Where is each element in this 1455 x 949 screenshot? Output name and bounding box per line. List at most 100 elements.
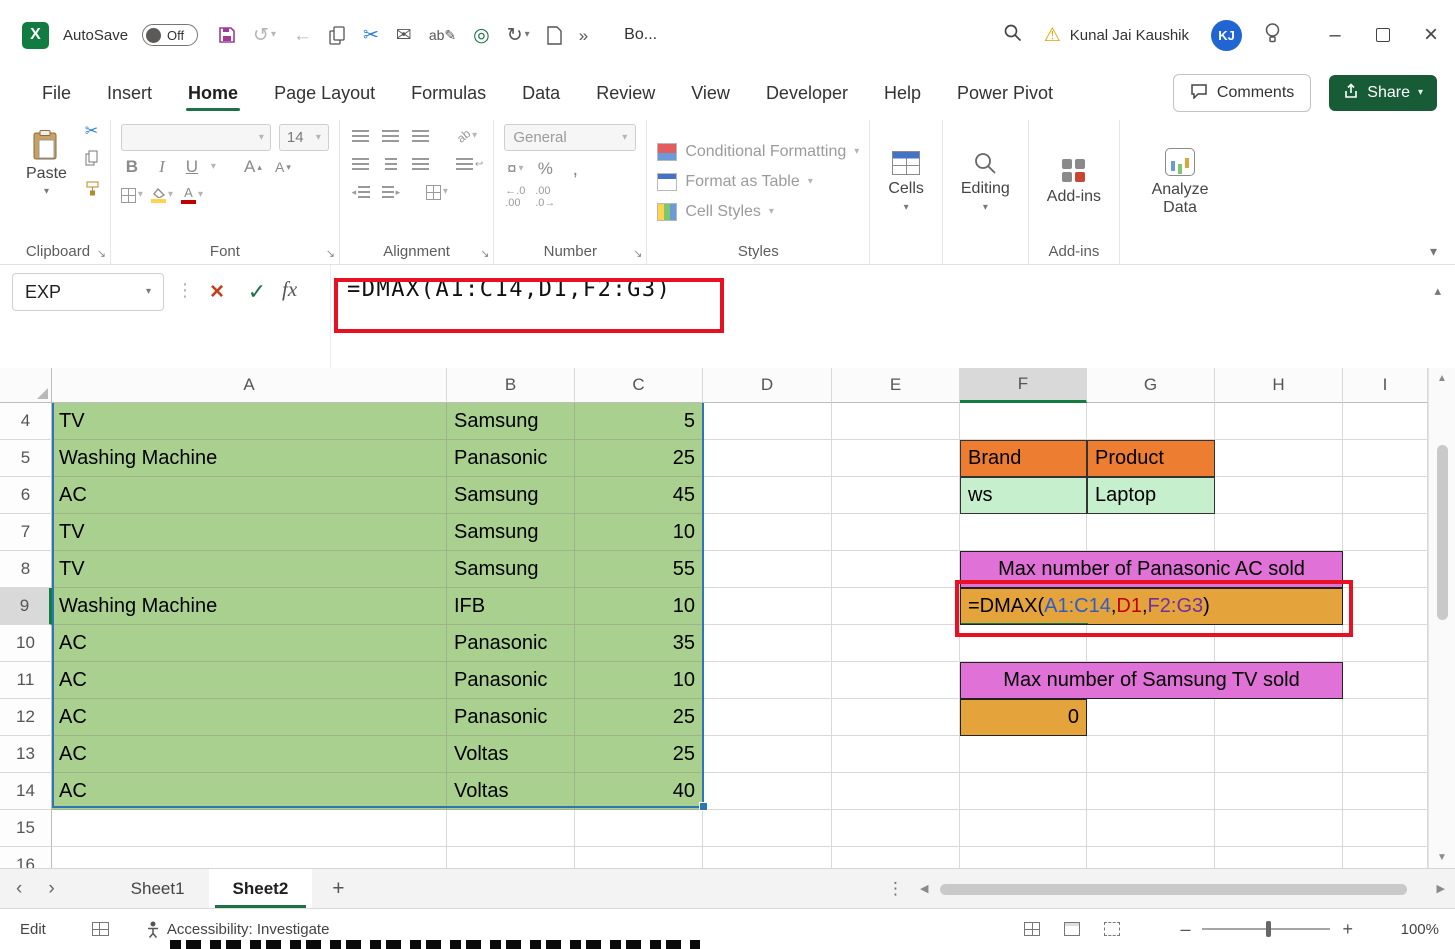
tab-formulas[interactable]: Formulas: [395, 75, 502, 112]
cell-a4[interactable]: TV: [52, 403, 447, 440]
cell-c12[interactable]: 25: [575, 699, 703, 736]
comments-button[interactable]: Comments: [1173, 74, 1311, 112]
cell-a6[interactable]: AC: [52, 477, 447, 514]
cell-i15[interactable]: [1343, 810, 1428, 847]
minimize-button[interactable]: –: [1311, 0, 1359, 70]
row-header-4[interactable]: 4: [0, 403, 52, 440]
cell-c7[interactable]: 10: [575, 514, 703, 551]
horizontal-scrollbar[interactable]: ◀ ▶: [920, 882, 1445, 896]
cell-f6[interactable]: ws: [960, 477, 1087, 514]
cell-f16[interactable]: [960, 847, 1087, 868]
cell-i14[interactable]: [1343, 773, 1428, 810]
cell-e15[interactable]: [832, 810, 960, 847]
row-header-9[interactable]: 9: [0, 588, 52, 625]
cell-i10[interactable]: [1343, 625, 1428, 662]
analyze-data-button[interactable]: Analyze Data: [1130, 146, 1230, 219]
cell-a7[interactable]: TV: [52, 514, 447, 551]
cell-h5[interactable]: [1215, 440, 1343, 477]
cell-b14[interactable]: Voltas: [447, 773, 575, 810]
column-header-i[interactable]: I: [1343, 368, 1428, 403]
maximize-button[interactable]: [1359, 0, 1407, 70]
cell-d10[interactable]: [703, 625, 832, 662]
select-all-corner[interactable]: [0, 368, 52, 403]
row-header-15[interactable]: 15: [0, 810, 52, 847]
cell-b15[interactable]: [447, 810, 575, 847]
document-icon[interactable]: [547, 26, 562, 45]
redo-icon[interactable]: ↻▾: [507, 26, 530, 45]
scroll-left-arrow[interactable]: ◀: [920, 882, 928, 895]
cell-a13[interactable]: AC: [52, 736, 447, 773]
cell-e8[interactable]: [832, 551, 960, 588]
tab-power-pivot[interactable]: Power Pivot: [941, 75, 1069, 112]
italic-button[interactable]: I: [151, 155, 173, 179]
styles-item-conditional-formatting[interactable]: Conditional Formatting▾: [657, 137, 859, 167]
zoom-level[interactable]: 100%: [1391, 921, 1439, 938]
enter-button[interactable]: ✓: [240, 275, 274, 309]
row-header-14[interactable]: 14: [0, 773, 52, 810]
merged-cell-f11[interactable]: Max number of Samsung TV sold: [960, 662, 1343, 699]
cell-a14[interactable]: AC: [52, 773, 447, 810]
wrap-text-button[interactable]: ↩: [456, 152, 483, 176]
cell-h14[interactable]: [1215, 773, 1343, 810]
number-format-dropdown[interactable]: General ▾: [504, 124, 636, 151]
cell-i12[interactable]: [1343, 699, 1428, 736]
cell-e14[interactable]: [832, 773, 960, 810]
row-header-11[interactable]: 11: [0, 662, 52, 699]
cell-e4[interactable]: [832, 403, 960, 440]
cell-h16[interactable]: [1215, 847, 1343, 868]
scroll-down-arrow[interactable]: ▼: [1429, 852, 1455, 863]
cell-d12[interactable]: [703, 699, 832, 736]
cell-a9[interactable]: Washing Machine: [52, 588, 447, 625]
cell-e10[interactable]: [832, 625, 960, 662]
row-header-8[interactable]: 8: [0, 551, 52, 588]
cell-d4[interactable]: [703, 403, 832, 440]
font-color-button[interactable]: A ▾: [181, 183, 203, 207]
close-button[interactable]: ×: [1407, 0, 1455, 70]
orientation-button[interactable]: ab▾: [456, 124, 478, 148]
zoom-slider-thumb[interactable]: [1266, 921, 1271, 937]
cell-i16[interactable]: [1343, 847, 1428, 868]
underline-button[interactable]: U: [181, 155, 203, 179]
cell-d16[interactable]: [703, 847, 832, 868]
cell-c16[interactable]: [575, 847, 703, 868]
cell-d13[interactable]: [703, 736, 832, 773]
cell-e12[interactable]: [832, 699, 960, 736]
cell-g15[interactable]: [1087, 810, 1215, 847]
cell-c10[interactable]: 35: [575, 625, 703, 662]
cell-e16[interactable]: [832, 847, 960, 868]
cell-b4[interactable]: Samsung: [447, 403, 575, 440]
autosave-toggle[interactable]: Off: [142, 24, 198, 46]
align-center-button[interactable]: [380, 152, 402, 176]
cell-b5[interactable]: Panasonic: [447, 440, 575, 477]
formula-bar-handle[interactable]: ⋮: [176, 280, 194, 301]
cell-g5[interactable]: Product: [1087, 440, 1215, 477]
vertical-scrollbar-thumb[interactable]: [1437, 445, 1448, 620]
search-icon[interactable]: [1003, 23, 1022, 47]
cell-g10[interactable]: [1087, 625, 1215, 662]
cell-b16[interactable]: [447, 847, 575, 868]
cell-g7[interactable]: [1087, 514, 1215, 551]
cell-f12[interactable]: 0: [960, 699, 1087, 736]
tab-review[interactable]: Review: [580, 75, 671, 112]
normal-view-icon[interactable]: [1024, 922, 1040, 936]
row-header-10[interactable]: 10: [0, 625, 52, 662]
workbook-name[interactable]: Bo...: [624, 26, 657, 44]
save-icon[interactable]: [218, 26, 236, 44]
cell-a5[interactable]: Washing Machine: [52, 440, 447, 477]
font-dialog-launcher[interactable]: ↘: [326, 247, 335, 260]
row-header-7[interactable]: 7: [0, 514, 52, 551]
cell-b10[interactable]: Panasonic: [447, 625, 575, 662]
styles-item-format-as-table[interactable]: Format as Table▾: [657, 167, 859, 197]
envelope-edit-icon[interactable]: ✉: [396, 26, 412, 45]
cell-b13[interactable]: Voltas: [447, 736, 575, 773]
cell-e9[interactable]: [832, 588, 960, 625]
editing-button[interactable]: Editing ▾: [953, 149, 1018, 215]
vertical-scrollbar[interactable]: ▲ ▼: [1428, 368, 1455, 868]
copy-small-icon[interactable]: [85, 150, 100, 171]
account-area[interactable]: ⚠ Kunal Jai Kaushik: [1044, 24, 1189, 47]
cell-a12[interactable]: AC: [52, 699, 447, 736]
cell-f7[interactable]: [960, 514, 1087, 551]
column-header-d[interactable]: D: [703, 368, 832, 403]
ab-pencil-icon[interactable]: ab✎: [429, 28, 456, 42]
cell-c15[interactable]: [575, 810, 703, 847]
